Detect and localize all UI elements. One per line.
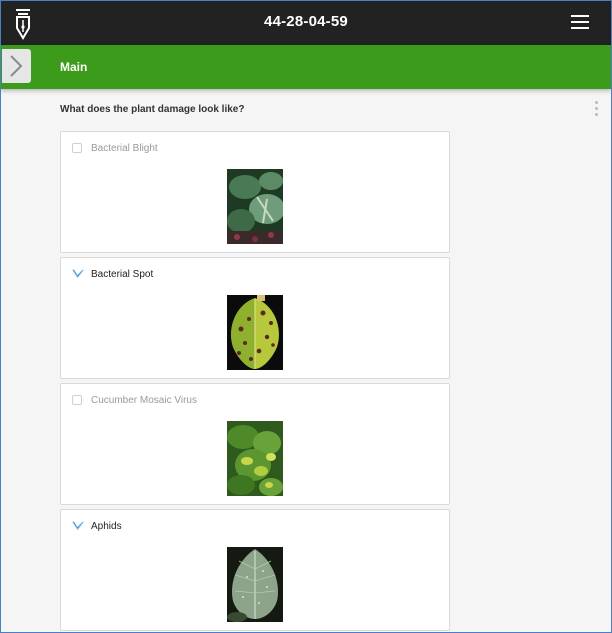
hamburger-menu-icon[interactable] <box>571 15 589 31</box>
checkmark-icon[interactable] <box>72 269 84 279</box>
cucumber-mosaic-virus-leaf-photo <box>227 421 283 496</box>
option-label: Bacterial Blight <box>91 142 158 154</box>
option-card-aphids[interactable]: Aphids <box>60 509 450 631</box>
option-label: Bacterial Spot <box>91 268 154 280</box>
chevron-right-icon <box>10 55 23 77</box>
bacterial-blight-leaf-photo <box>227 169 283 244</box>
page-title: 44-28-04-59 <box>264 13 348 30</box>
top-app-bar: 44-28-04-59 <box>1 1 611 45</box>
section-header-bar: Main <box>1 45 611 89</box>
section-title: Main <box>60 60 88 74</box>
question-text: What does the plant damage look like? <box>60 104 245 115</box>
sidebar-toggle-button[interactable] <box>2 49 31 83</box>
more-options-icon[interactable] <box>593 101 599 119</box>
option-label: Aphids <box>91 520 122 532</box>
option-card-bacterial-spot[interactable]: Bacterial Spot <box>60 257 450 379</box>
unchecked-checkbox-icon[interactable] <box>72 143 82 153</box>
bacterial-spot-leaf-photo <box>227 295 283 370</box>
option-card-bacterial-blight[interactable]: Bacterial Blight <box>60 131 450 253</box>
unchecked-checkbox-icon[interactable] <box>72 395 82 405</box>
checkmark-icon[interactable] <box>72 521 84 531</box>
option-label: Cucumber Mosaic Virus <box>91 394 197 406</box>
aphids-leaf-photo <box>227 547 283 622</box>
option-card-cucumber-mosaic-virus[interactable]: Cucumber Mosaic Virus <box>60 383 450 505</box>
